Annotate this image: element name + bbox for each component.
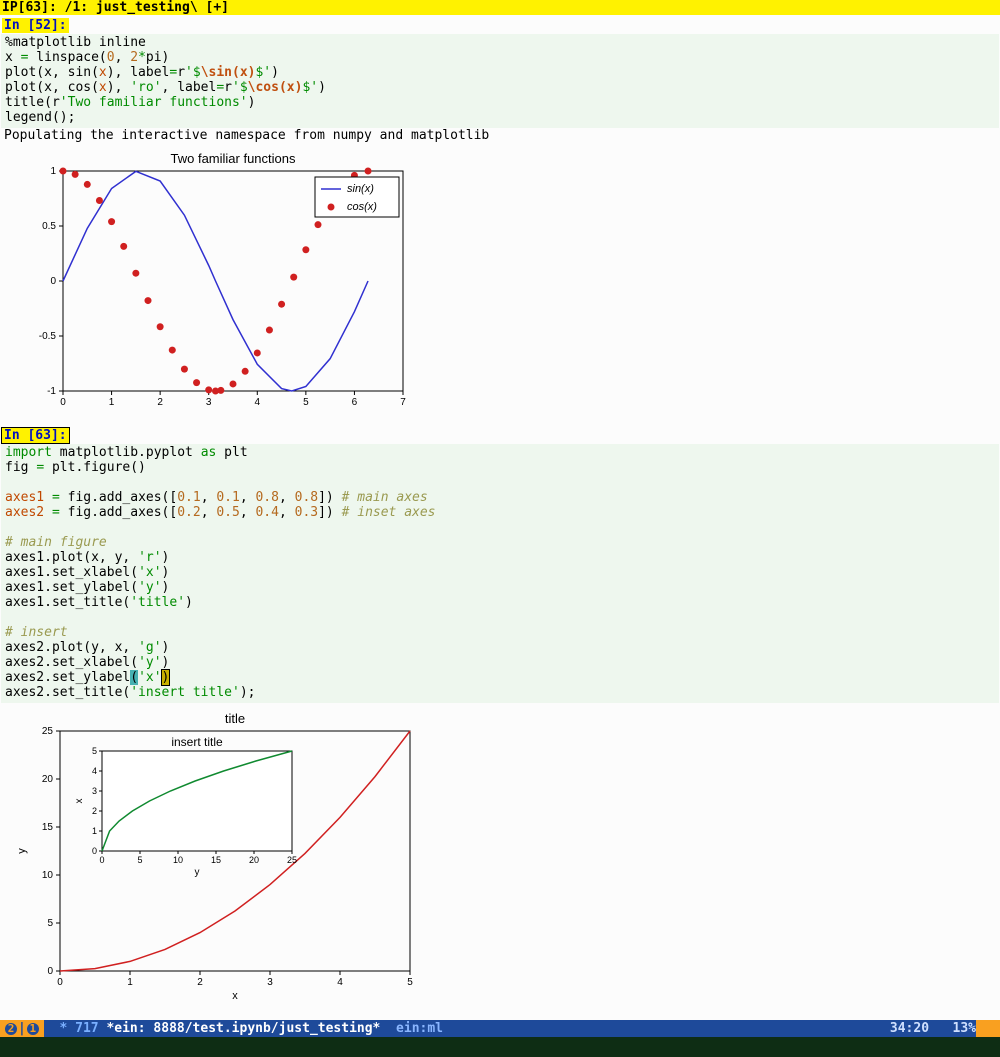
svg-text:0: 0	[60, 397, 66, 408]
cell-prompt-52[interactable]: In [52]:	[2, 18, 69, 33]
svg-text:5: 5	[137, 855, 142, 865]
modeline-cursor-pos: 34:20	[890, 1021, 929, 1036]
code-line: import matplotlib.pyplot as plt	[5, 445, 248, 460]
svg-text:2: 2	[157, 397, 163, 408]
svg-text:15: 15	[211, 855, 221, 865]
code-line: fig = plt.figure()	[5, 460, 146, 475]
svg-text:20: 20	[249, 855, 259, 865]
svg-text:4: 4	[255, 397, 261, 408]
svg-text:3: 3	[267, 977, 273, 988]
svg-text:insert title: insert title	[171, 735, 223, 749]
code-line: axes2.set_xlabel('y')	[5, 655, 169, 670]
code-line: axes1.set_ylabel('y')	[5, 580, 169, 595]
code-line: axes2.plot(y, x, 'g')	[5, 640, 169, 655]
modeline-major-mode: ein:ml	[380, 1021, 443, 1036]
svg-text:x: x	[232, 990, 238, 1001]
svg-text:4: 4	[337, 977, 343, 988]
svg-text:10: 10	[173, 855, 183, 865]
modeline-percent: 13%	[929, 1021, 976, 1036]
svg-text:0: 0	[99, 855, 104, 865]
mode-line: 2|1 * 717 *ein: 8888/test.ipynb/just_tes…	[0, 1020, 1000, 1037]
code-line: plot(x, sin(x), label=r'$\sin(x)$')	[5, 65, 279, 80]
svg-text:10: 10	[42, 870, 54, 881]
cell-prompt-63[interactable]: In [63]:	[2, 428, 69, 443]
code-line: axes1.set_title('title')	[5, 595, 193, 610]
code-line: plot(x, cos(x), 'ro', label=r'$\cos(x)$'…	[5, 80, 326, 95]
code-line: # main figure	[5, 535, 107, 550]
region-mark: )	[162, 670, 170, 685]
svg-text:6: 6	[352, 397, 358, 408]
svg-text:0: 0	[47, 966, 53, 977]
svg-text:title: title	[225, 711, 245, 726]
svg-text:0.5: 0.5	[42, 221, 56, 232]
window-title-bar: IP[63]: /1: just_testing\ [+]	[0, 0, 1000, 15]
chart-inset: title0123450510152025xyinsert title05101…	[10, 711, 430, 1001]
code-line: legend();	[5, 110, 75, 125]
code-line: axes2.set_title('insert title');	[5, 685, 255, 700]
svg-text:1: 1	[50, 166, 56, 177]
code-line: %matplotlib inline	[5, 35, 146, 50]
code-line: title(r'Two familiar functions')	[5, 95, 255, 110]
svg-text:0: 0	[50, 276, 56, 287]
svg-text:0: 0	[57, 977, 63, 988]
cell-52-stdout: Populating the interactive namespace fro…	[0, 128, 1000, 143]
minibuffer[interactable]	[0, 1037, 1000, 1057]
svg-text:5: 5	[47, 918, 53, 929]
svg-text:15: 15	[42, 822, 54, 833]
svg-text:0: 0	[92, 846, 97, 856]
svg-text:y: y	[195, 867, 200, 878]
svg-text:2: 2	[92, 806, 97, 816]
cell-52-plot: Two familiar functions 0 1 2 3 4 5 6 7 -1 -0.5 0 0.5…	[18, 151, 1000, 415]
svg-text:5: 5	[407, 977, 413, 988]
code-cell-52[interactable]: %matplotlib inline x = linspace(0, 2*pi)…	[1, 34, 999, 128]
code-line: axes1 = fig.add_axes([0.1, 0.1, 0.8, 0.8…	[5, 490, 428, 505]
svg-text:cos(x): cos(x)	[347, 201, 377, 213]
text-cursor: (	[130, 670, 138, 685]
buffer-content[interactable]: In [52]: %matplotlib inline x = linspace…	[0, 15, 1000, 1020]
cell-63-plot: title0123450510152025xyinsert title05101…	[10, 711, 1000, 1005]
modeline-buffer-name: *ein: 8888/test.ipynb/just_testing*	[99, 1021, 381, 1036]
svg-text:sin(x): sin(x)	[347, 183, 374, 195]
svg-text:1: 1	[92, 826, 97, 836]
svg-text:20: 20	[42, 774, 54, 785]
svg-text:1: 1	[127, 977, 133, 988]
svg-text:25: 25	[287, 855, 297, 865]
workspace-badge-icon: 2	[5, 1023, 17, 1035]
modeline-right-indicator	[976, 1020, 1000, 1037]
svg-text:1: 1	[109, 397, 115, 408]
code-cell-63[interactable]: import matplotlib.pyplot as plt fig = pl…	[1, 444, 999, 703]
svg-text:-0.5: -0.5	[39, 331, 57, 342]
svg-text:7: 7	[400, 397, 406, 408]
chart-two-familiar: Two familiar functions 0 1 2 3 4 5 6 7 -1 -0.5 0 0.5…	[18, 151, 418, 411]
svg-text:5: 5	[303, 397, 309, 408]
svg-text:2: 2	[197, 977, 203, 988]
code-line: # insert	[5, 625, 68, 640]
modeline-line-count: * 717	[44, 1021, 99, 1036]
svg-text:4: 4	[92, 766, 97, 776]
svg-text:3: 3	[92, 786, 97, 796]
code-line: axes2 = fig.add_axes([0.2, 0.5, 0.4, 0.3…	[5, 505, 436, 520]
workspace-badge-icon: 1	[27, 1023, 39, 1035]
modeline-workspace-indicator: 2|1	[0, 1020, 44, 1037]
code-line: x = linspace(0, 2*pi)	[5, 50, 169, 65]
svg-text:Two familiar functions: Two familiar functions	[171, 151, 296, 166]
code-line: axes1.plot(x, y, 'r')	[5, 550, 169, 565]
svg-text:25: 25	[42, 726, 54, 737]
svg-text:-1: -1	[47, 386, 56, 397]
svg-text:x: x	[74, 799, 85, 804]
code-line: axes2.set_ylabel('x')	[5, 670, 169, 685]
svg-text:3: 3	[206, 397, 212, 408]
svg-text:y: y	[16, 848, 28, 854]
svg-text:5: 5	[92, 746, 97, 756]
emacs-frame: IP[63]: /1: just_testing\ [+] In [52]: %…	[0, 0, 1000, 1057]
code-line: axes1.set_xlabel('x')	[5, 565, 169, 580]
